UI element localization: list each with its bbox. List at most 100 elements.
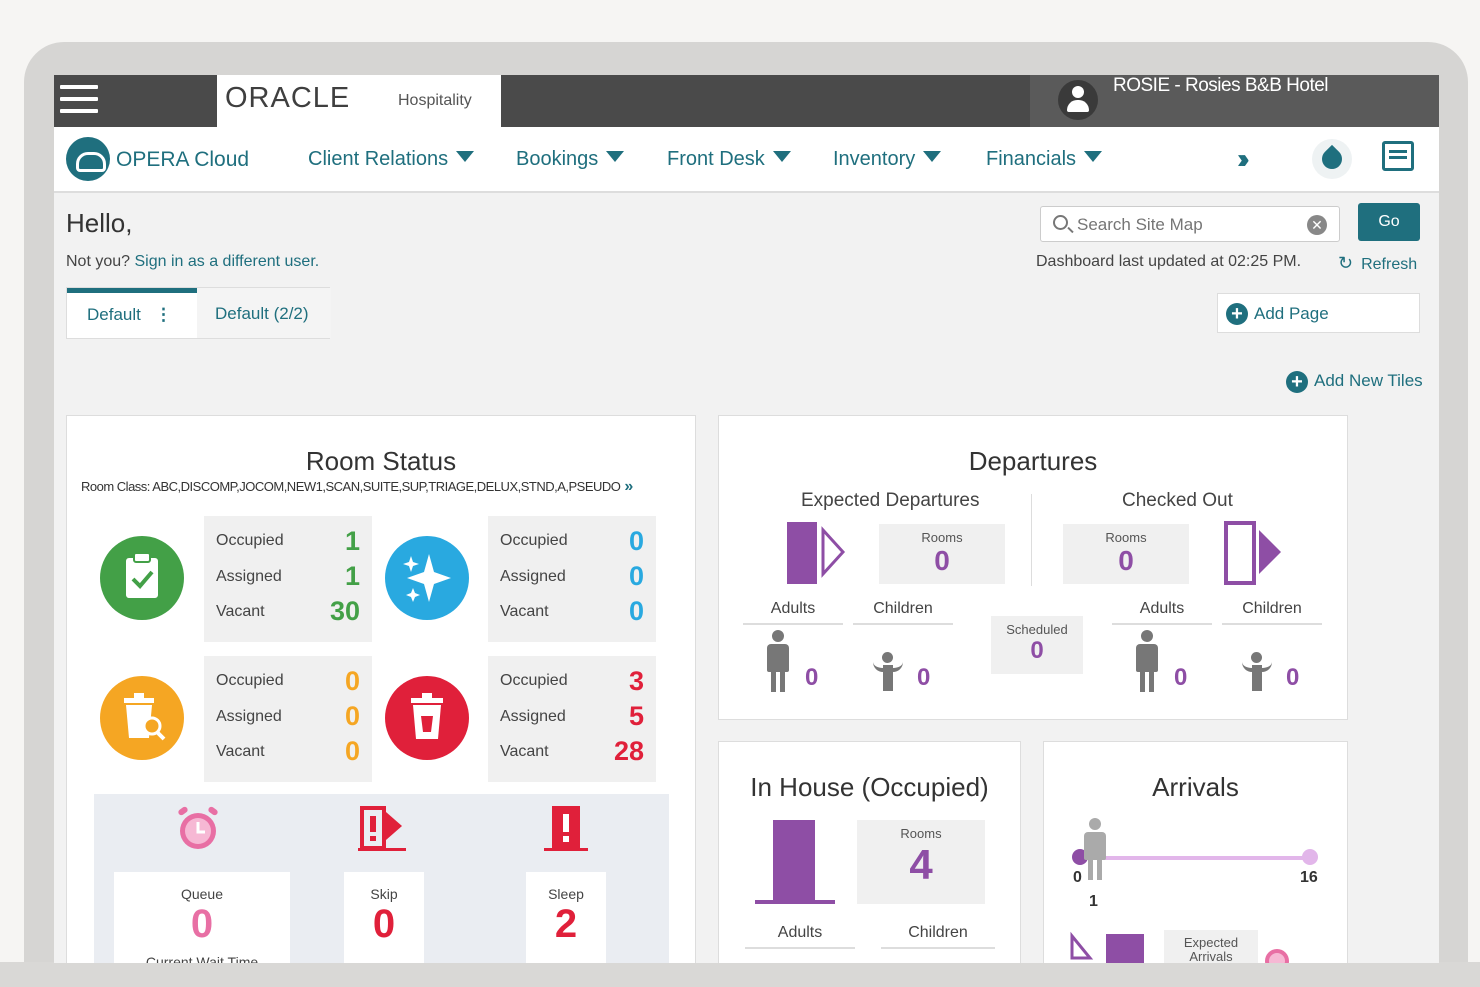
occupied-value: 1: [344, 526, 360, 556]
menu-hamburger-icon[interactable]: [60, 85, 98, 117]
top-bar: ORACLE Hospitality ROSIE - Rosies B&B Ho…: [54, 75, 1439, 127]
double-chevron-icon[interactable]: »: [624, 478, 633, 495]
expected-adults-value: 0: [805, 664, 819, 691]
greeting: Hello,: [66, 208, 133, 238]
oracle-hospitality-logo: ORACLE Hospitality: [217, 75, 501, 127]
last-updated: Dashboard last updated at 02:25 PM.: [1036, 253, 1302, 270]
search-icon: [1053, 215, 1068, 230]
tile-title: Departures: [968, 446, 1098, 476]
checked-out-heading: Checked Out: [1122, 490, 1233, 511]
scheduled-value: 0: [1030, 637, 1044, 664]
vacant-label: Vacant: [216, 603, 265, 620]
kebab-menu-icon[interactable]: ⋮: [155, 293, 172, 337]
adults-label: Adults: [743, 600, 843, 625]
sparkle-icon: [385, 536, 469, 620]
child-icon: [871, 652, 905, 692]
refresh-button[interactable]: ↻ Refresh: [1338, 253, 1417, 274]
add-tiles-label: Add New Tiles: [1314, 371, 1423, 390]
slider-end-handle[interactable]: [1302, 849, 1318, 865]
site-map-search: ✕: [1040, 206, 1340, 242]
arrivals-tile: Arrivals 0 16 1 Expected Arrivals: [1043, 741, 1348, 963]
tab-default-2[interactable]: Default (2/2): [197, 288, 331, 338]
adults-label: Adults: [745, 924, 855, 949]
in-house-rooms-box[interactable]: Rooms 4: [857, 820, 985, 904]
nav-label: Bookings: [516, 148, 599, 170]
caret-down-icon: [772, 151, 791, 162]
clear-icon[interactable]: ✕: [1307, 215, 1327, 235]
app-name[interactable]: OPERA Cloud: [116, 148, 249, 172]
sign-in-different-user-link[interactable]: Sign in as a different user.: [135, 253, 320, 270]
tab-default[interactable]: Default ⋮: [67, 288, 197, 338]
brand-product: Hospitality: [398, 92, 472, 109]
checked-out-adults-value: 0: [1174, 664, 1188, 691]
alarm-clock-icon: [174, 804, 222, 852]
dirty-stats[interactable]: Occupied Assigned Vacant 3 5 28: [488, 656, 656, 782]
not-you-text: Not you?: [66, 253, 131, 270]
skip-value: 0: [372, 902, 396, 946]
more-chevrons-icon[interactable]: ››: [1237, 143, 1249, 175]
bottom-band: [0, 962, 1480, 987]
sleep-card[interactable]: Sleep 2: [526, 872, 606, 963]
queue-card[interactable]: Queue 0 Current Wait Time: [114, 872, 290, 963]
occupied-label: Occupied: [500, 532, 568, 549]
go-button[interactable]: Go: [1358, 203, 1420, 241]
caret-down-icon: [1084, 151, 1103, 162]
vacant-label: Vacant: [500, 603, 549, 620]
expected-arrivals-box[interactable]: Expected Arrivals: [1164, 930, 1258, 963]
adult-icon: [1082, 818, 1108, 882]
expected-arrivals-label: Expected Arrivals: [1183, 935, 1239, 964]
user-menu[interactable]: ROSIE - Rosies B&B Hotel: [1030, 75, 1439, 127]
assigned-value: 1: [344, 561, 360, 591]
app-screen: ORACLE Hospitality ROSIE - Rosies B&B Ho…: [54, 75, 1439, 963]
chat-icon[interactable]: [1382, 141, 1414, 171]
rooms-label: Rooms: [1105, 530, 1147, 545]
departure-door-icon: [785, 520, 847, 586]
tile-title: In House (Occupied): [750, 772, 989, 802]
add-page-button[interactable]: + Add Page: [1217, 293, 1420, 333]
rocket-icon[interactable]: [1312, 139, 1352, 179]
expected-departures-heading: Expected Departures: [801, 490, 980, 511]
arrivals-slider-track[interactable]: [1080, 856, 1312, 860]
tab-label: Default (2/2): [215, 304, 309, 323]
vacant-value: 0: [628, 596, 644, 626]
adult-icon: [765, 630, 791, 694]
pickup-stats[interactable]: Occupied Assigned Vacant 0 0 0: [204, 656, 372, 782]
plus-circle-icon: +: [1226, 303, 1248, 325]
expected-children-value: 0: [917, 664, 931, 691]
search-input[interactable]: [1077, 213, 1297, 237]
nav-label: Financials: [986, 148, 1077, 170]
vacant-label: Vacant: [216, 743, 265, 760]
children-label: Children: [881, 924, 995, 949]
nav-front-desk[interactable]: Front Desk: [667, 148, 791, 171]
refresh-label: Refresh: [1361, 256, 1418, 273]
slider-max-label: 16: [1300, 869, 1318, 886]
scheduled-box[interactable]: Scheduled 0: [991, 616, 1083, 674]
caret-down-icon: [923, 151, 942, 162]
vacant-value: 28: [613, 736, 644, 766]
inspected-stats[interactable]: Occupied Assigned Vacant 0 0 0: [488, 516, 656, 642]
clean-stats[interactable]: Occupied Assigned Vacant 1 1 30: [204, 516, 372, 642]
arrival-door-icon: [1070, 930, 1146, 963]
add-new-tiles-button[interactable]: + Add New Tiles: [1286, 371, 1423, 393]
expected-rooms-box[interactable]: Rooms 0: [879, 524, 1005, 584]
tile-title: Arrivals: [1152, 772, 1239, 802]
trash-icon: [385, 676, 469, 760]
checked-out-rooms-box[interactable]: Rooms 0: [1063, 524, 1189, 584]
main-nav: OPERA Cloud Client Relations Bookings Fr…: [54, 127, 1439, 193]
room-class-filter[interactable]: Room Class: ABC,DISCOMP,JOCOM,NEW1,SCAN,…: [81, 478, 633, 496]
checked-rooms-value: 0: [1118, 545, 1134, 576]
nav-client-relations[interactable]: Client Relations: [308, 148, 475, 171]
nav-inventory[interactable]: Inventory: [833, 148, 942, 171]
nav-bookings[interactable]: Bookings: [516, 148, 625, 171]
assigned-label: Assigned: [500, 568, 566, 585]
children-label: Children: [1222, 600, 1322, 625]
children-label: Children: [853, 600, 953, 625]
occupied-value: 3: [628, 666, 644, 696]
opera-cloud-logo-icon[interactable]: [66, 137, 110, 181]
user-property-name: ROSIE - Rosies B&B Hotel: [1113, 75, 1329, 96]
nav-financials[interactable]: Financials: [986, 148, 1103, 171]
skip-card[interactable]: Skip 0: [344, 872, 424, 963]
nav-label: Front Desk: [667, 148, 765, 170]
assigned-label: Assigned: [500, 708, 566, 725]
divider: [1031, 494, 1032, 586]
